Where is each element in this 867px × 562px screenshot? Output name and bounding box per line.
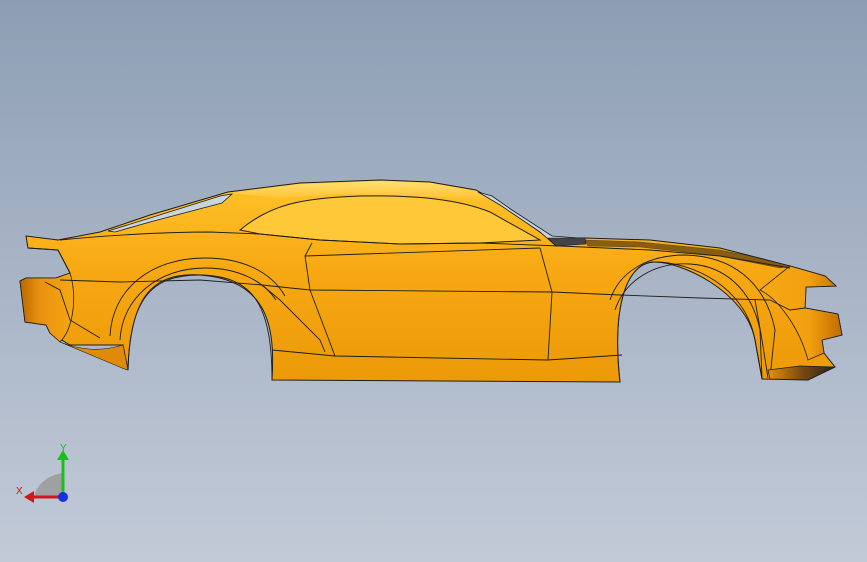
graphics-viewport[interactable]: X Y (0, 0, 867, 562)
car-body-model[interactable] (0, 0, 867, 562)
y-axis-label: Y (60, 443, 67, 454)
x-axis-label: X (16, 486, 23, 497)
triad-graphic (24, 450, 69, 503)
x-axis-arrow (24, 491, 34, 503)
rear-bumper-lower (59, 341, 129, 371)
view-orientation-triad[interactable]: X Y (10, 440, 80, 510)
triad-plane-shade (34, 473, 63, 497)
z-axis-point (58, 492, 68, 502)
